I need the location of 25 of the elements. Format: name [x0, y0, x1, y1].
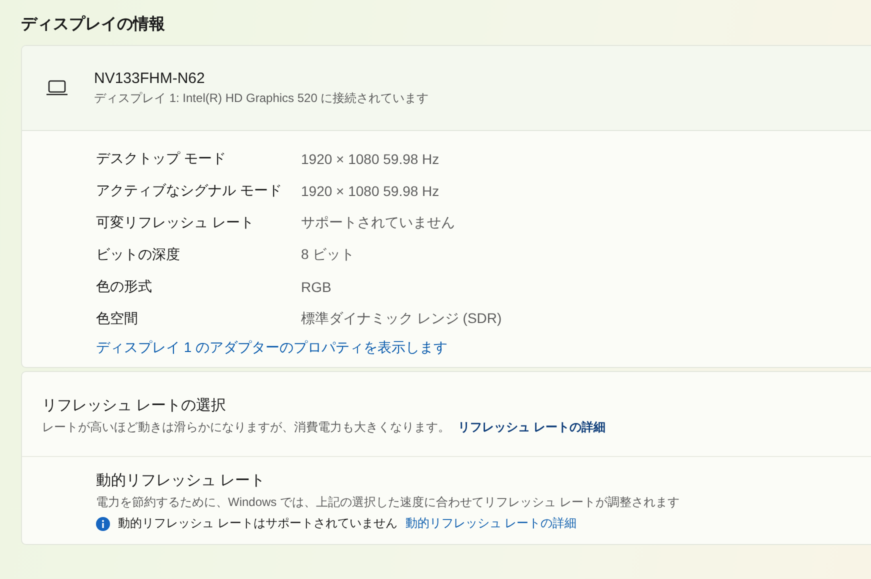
property-value: RGB — [301, 279, 332, 295]
info-icon — [96, 516, 110, 530]
refresh-rate-link[interactable]: リフレッシュ レートの詳細 — [458, 419, 606, 436]
display-subtitle: ディスプレイ 1: Intel(R) HD Graphics 520 に接続されています — [94, 90, 429, 106]
dynamic-refresh-title: 動的リフレッシュ レート — [96, 471, 266, 490]
laptop-icon — [46, 80, 68, 96]
refresh-rate-description: レートが高いほど動きは滑らかになりますが、消費電力も大きくなります。 — [42, 419, 450, 436]
property-value: 1920 × 1080 59.98 Hz — [301, 151, 440, 167]
dynamic-refresh-info: 動的リフレッシュ レートはサポートされていません — [118, 515, 398, 532]
display-name: NV133FHM-N62 — [94, 70, 206, 86]
adapter-properties-link[interactable]: ディスプレイ 1 のアダプターのプロパティを表示します — [96, 339, 448, 357]
property-value: サポートされていません — [301, 214, 456, 232]
property-value: 1920 × 1080 59.98 Hz — [301, 183, 440, 199]
property-value: 8 ビット — [301, 246, 356, 264]
section-title: ディスプレイの情報 — [21, 14, 166, 35]
dynamic-refresh-description: 電力を節約するために、Windows では、上記の選択した速度に合わせてリフレッシュ レートが調整されます — [96, 494, 680, 511]
property-label: 色の形式 — [96, 278, 153, 296]
property-label: デスクトップ モード — [96, 150, 227, 168]
property-label: アクティブなシグナル モード — [96, 182, 283, 200]
property-label: 可変リフレッシュ レート — [96, 214, 255, 232]
property-label: 色空間 — [96, 310, 139, 328]
property-label: ビットの深度 — [96, 246, 181, 264]
property-value: 標準ダイナミック レンジ (SDR) — [301, 310, 503, 328]
dynamic-refresh-link[interactable]: 動的リフレッシュ レートの詳細 — [405, 515, 577, 532]
refresh-rate-title: リフレッシュ レートの選択 — [42, 396, 228, 415]
